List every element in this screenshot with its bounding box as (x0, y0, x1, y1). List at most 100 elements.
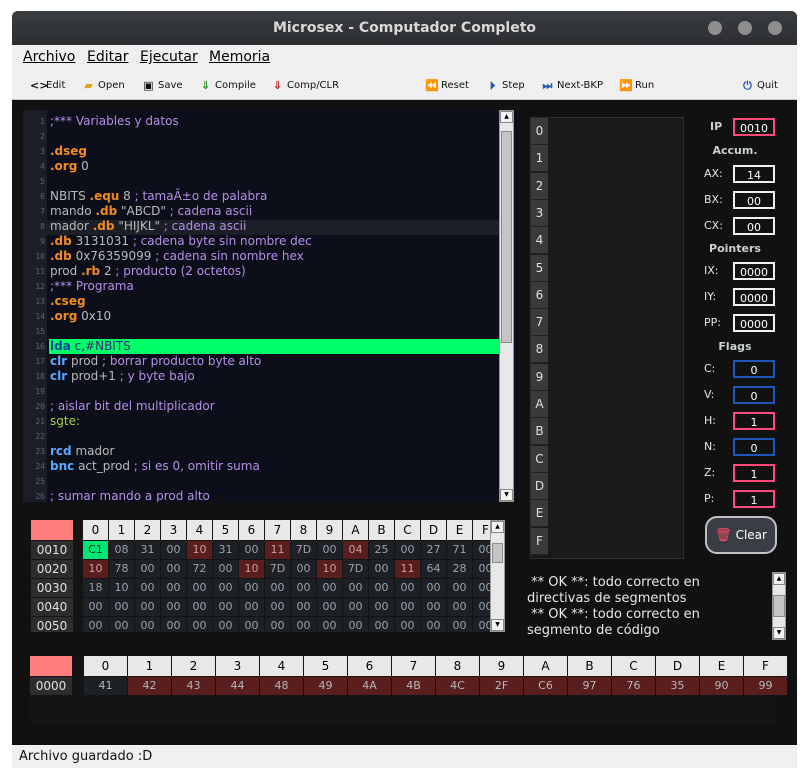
memory-cell[interactable]: 00 (317, 617, 342, 632)
scroll-down-arrow[interactable]: ▼ (491, 619, 504, 631)
memory-cell[interactable]: 7D (343, 560, 368, 578)
memory-cell[interactable]: 00 (135, 617, 160, 632)
scroll-thumb[interactable] (492, 543, 503, 563)
memory-cell[interactable]: 00 (265, 579, 290, 597)
memory-cell[interactable]: 00 (369, 579, 394, 597)
scroll-down-arrow[interactable]: ▼ (773, 627, 785, 639)
pointer-register[interactable]: 0000 (733, 314, 775, 332)
bottom-memory-cell[interactable]: 2F (480, 677, 523, 695)
memory-cell[interactable]: 00 (343, 598, 368, 616)
clear-button[interactable]: 🗑 Clear (705, 516, 777, 554)
memory-cell[interactable]: 00 (161, 541, 186, 559)
memory-cell[interactable]: 00 (343, 579, 368, 597)
memory-cell[interactable]: 00 (213, 617, 238, 632)
memory-cell[interactable]: 11 (265, 541, 290, 559)
memory-cell[interactable]: 00 (473, 579, 491, 597)
memory-cell[interactable]: 10 (83, 560, 108, 578)
memory-cell[interactable]: 7D (291, 541, 316, 559)
quit-button[interactable]: ⏻ Quit (741, 77, 778, 93)
memory-cell[interactable]: 00 (291, 560, 316, 578)
memory-cell[interactable]: 10 (317, 560, 342, 578)
memory-cell[interactable]: 00 (395, 617, 420, 632)
memory-cell[interactable]: 04 (343, 541, 368, 559)
bottom-memory-cell[interactable]: 42 (128, 677, 171, 695)
maximize-button[interactable] (738, 21, 752, 35)
memory-cell[interactable]: 00 (239, 541, 264, 559)
open-button[interactable]: ▰ Open (82, 77, 124, 93)
scroll-down-arrow[interactable]: ▼ (500, 489, 513, 501)
memory-cell[interactable]: 00 (343, 617, 368, 632)
scroll-up-arrow[interactable]: ▲ (773, 573, 785, 585)
menu-ejecutar[interactable]: Ejecutar (140, 49, 198, 65)
memory-cell[interactable]: 31 (213, 541, 238, 559)
memory-cell[interactable]: 00 (239, 579, 264, 597)
memory-cell[interactable]: 00 (109, 598, 134, 616)
memory-cell[interactable]: 78 (109, 560, 134, 578)
memory-cell[interactable]: 00 (317, 579, 342, 597)
memory-cell[interactable]: 00 (317, 541, 342, 559)
memory-cell[interactable]: 00 (447, 617, 472, 632)
memory-cell[interactable]: 00 (369, 598, 394, 616)
memory-cell[interactable]: 00 (395, 598, 420, 616)
memory-cell[interactable]: 00 (473, 617, 491, 632)
flag-register[interactable]: 0 (733, 386, 775, 404)
bottom-memory-cell[interactable]: 49 (304, 677, 347, 695)
close-button[interactable] (768, 21, 782, 35)
memory-cell[interactable]: 00 (395, 579, 420, 597)
memory-cell[interactable]: 72 (187, 560, 212, 578)
memory-cell[interactable]: 00 (473, 598, 491, 616)
flag-register[interactable]: 1 (733, 490, 775, 508)
memory-scrollbar[interactable]: ▲ ▼ (490, 520, 505, 632)
memory-cell[interactable]: 00 (161, 598, 186, 616)
memory-cell[interactable]: 00 (187, 598, 212, 616)
bottom-memory-cell[interactable]: 76 (612, 677, 655, 695)
step-button[interactable]: ⏵ Step (486, 77, 525, 93)
pointer-register[interactable]: 0000 (733, 288, 775, 306)
bottom-memory-cell[interactable]: 97 (568, 677, 611, 695)
memory-cell[interactable]: 10 (239, 560, 264, 578)
flag-register[interactable]: 1 (733, 464, 775, 482)
bottom-memory-cell[interactable]: 35 (656, 677, 699, 695)
memory-cell[interactable]: 08 (109, 541, 134, 559)
scroll-up-arrow[interactable]: ▲ (491, 521, 504, 533)
bottom-memory-cell[interactable]: 4A (348, 677, 391, 695)
memory-cell[interactable]: 00 (239, 598, 264, 616)
memory-cell[interactable]: 00 (83, 598, 108, 616)
bottom-memory-cell[interactable]: 41 (84, 677, 127, 695)
memory-cell[interactable]: 25 (369, 541, 394, 559)
pointer-register[interactable]: 0000 (733, 262, 775, 280)
memory-cell[interactable]: 00 (421, 617, 446, 632)
memory-cell[interactable]: 00 (421, 598, 446, 616)
bottom-memory-cell[interactable]: 44 (216, 677, 259, 695)
next-bkp-button[interactable]: ⏭ Next-BKP (541, 77, 603, 93)
memory-cell[interactable]: 11 (395, 560, 420, 578)
memory-cell[interactable]: 7D (265, 560, 290, 578)
accumulator-register[interactable]: 00 (733, 191, 775, 209)
memory-cell[interactable]: 00 (213, 598, 238, 616)
scroll-thumb[interactable] (501, 131, 512, 343)
edit-button[interactable]: <> Edit (30, 77, 65, 93)
accumulator-register[interactable]: 14 (733, 165, 775, 183)
memory-cell[interactable]: 00 (187, 579, 212, 597)
scroll-up-arrow[interactable]: ▲ (500, 111, 513, 123)
memory-cell[interactable]: 00 (83, 617, 108, 632)
memory-cell[interactable]: 00 (291, 598, 316, 616)
memory-cell[interactable]: 00 (135, 598, 160, 616)
memory-cell[interactable]: 00 (291, 617, 316, 632)
bottom-memory-cell[interactable]: 90 (700, 677, 743, 695)
accumulator-register[interactable]: 00 (733, 217, 775, 235)
memory-cell[interactable]: C1 (83, 541, 108, 559)
bottom-memory-cell[interactable]: 48 (260, 677, 303, 695)
memory-cell[interactable]: 00 (213, 560, 238, 578)
menu-memoria[interactable]: Memoria (209, 49, 270, 65)
memory-cell[interactable]: 00 (291, 579, 316, 597)
code-editor[interactable]: 1 2 3 4 5 6 7 8 9 10 11 12 13 14 15 16 17 18 19 20 21 22 23 24 2… (23, 110, 517, 502)
memory-cell[interactable]: 00 (213, 579, 238, 597)
menu-editar[interactable]: Editar (87, 49, 128, 65)
memory-cell[interactable]: 31 (135, 541, 160, 559)
memory-cell[interactable]: 27 (421, 541, 446, 559)
memory-cell[interactable]: 18 (83, 579, 108, 597)
flag-register[interactable]: 0 (733, 360, 775, 378)
bottom-memory-cell[interactable]: C6 (524, 677, 567, 695)
memory-cell[interactable]: 71 (447, 541, 472, 559)
